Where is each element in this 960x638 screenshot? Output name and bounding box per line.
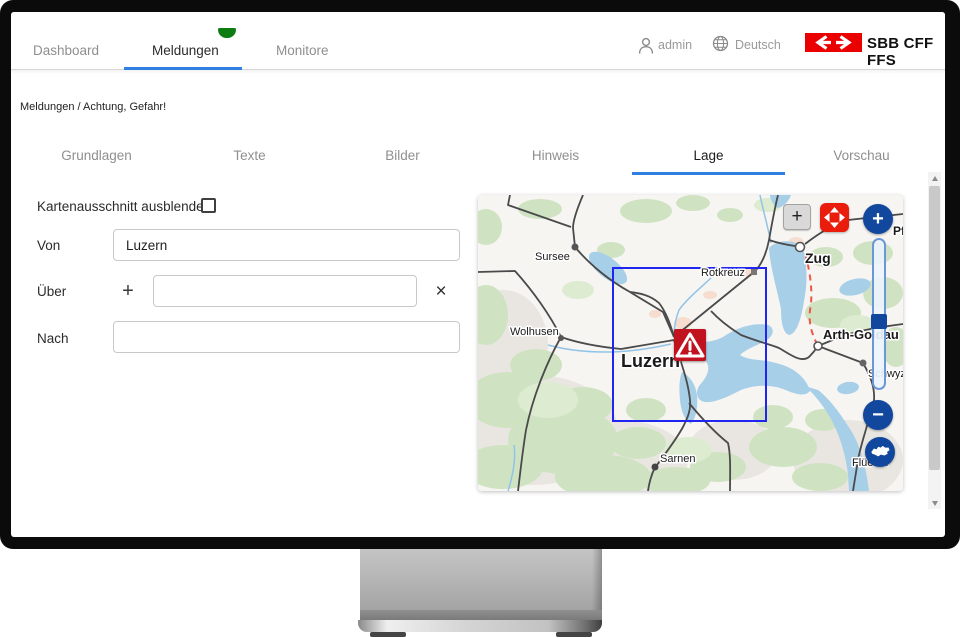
monitor-foot [556, 632, 592, 637]
content-scrollbar[interactable] [928, 172, 941, 509]
pan-mode-button[interactable] [820, 203, 849, 232]
language-label[interactable]: Deutsch [735, 38, 781, 52]
hide-map-checkbox[interactable] [201, 198, 216, 213]
logo-text: SBB CFF FFS [867, 35, 945, 69]
tab-texte[interactable]: Texte [173, 143, 326, 172]
zoom-in-button[interactable]: + [863, 204, 893, 234]
add-via-button[interactable]: + [117, 280, 139, 302]
globe-icon-svg [712, 35, 729, 52]
scroll-up-triangle [932, 176, 938, 181]
scroll-down-arrow[interactable] [928, 497, 941, 509]
clear-via-button[interactable]: × [430, 280, 452, 302]
map-label-arth-goldau: Arth-Goldau [823, 327, 899, 342]
map-label-sursee: Sursee [535, 251, 570, 263]
ueber-input[interactable] [153, 275, 417, 307]
overview-zoom-button[interactable]: + [783, 204, 811, 230]
zoom-out-button[interactable]: − [863, 400, 893, 430]
switzerland-icon [867, 439, 893, 465]
tab-active-underline [632, 172, 785, 175]
monitor-stage: Dashboard Meldungen Monitore admin [0, 0, 960, 638]
breadcrumb: Meldungen / Achtung, Gefahr! [20, 101, 166, 113]
globe-icon[interactable] [712, 35, 729, 57]
tab-vorschau[interactable]: Vorschau [785, 143, 938, 172]
monitor-foot [370, 632, 406, 637]
tab-hinweis[interactable]: Hinweis [479, 143, 632, 172]
meldungen-status-icon [218, 28, 236, 38]
nach-label: Nach [37, 331, 69, 346]
hide-map-label: Kartenausschnitt ausblenden [37, 199, 211, 214]
nav-item-meldungen[interactable]: Meldungen [152, 43, 219, 58]
sbb-logo [805, 33, 862, 52]
scroll-up-arrow[interactable] [928, 172, 941, 184]
map-label-wolhusen: Wolhusen [510, 326, 559, 338]
home-extent-button[interactable] [865, 437, 895, 467]
map-label-zug: Zug [805, 250, 831, 266]
map-label-rotkreuz: Rotkreuz [701, 267, 745, 279]
app-header: Dashboard Meldungen Monitore admin [11, 12, 945, 70]
move-icon [820, 203, 849, 232]
map-label-luzern: Luzern [621, 351, 680, 371]
monitor-stand-base [358, 620, 602, 632]
scrollbar-thumb[interactable] [929, 186, 940, 470]
user-icon[interactable] [638, 37, 654, 60]
tab-label: Hinweis [532, 148, 579, 163]
sbb-arrows-icon [805, 33, 862, 52]
nav-active-underline [124, 67, 242, 70]
tab-label: Texte [233, 148, 265, 163]
von-label: Von [37, 238, 60, 253]
zoom-slider-handle[interactable] [871, 314, 887, 329]
map-label-sarnen: Sarnen [660, 453, 695, 465]
map-canvas[interactable]: Sursee Wolhusen Rotkreuz Luzern Zug Arth… [478, 195, 903, 491]
warning-triangle-icon [674, 329, 706, 361]
von-input[interactable] [113, 229, 460, 261]
user-icon-svg [638, 37, 654, 55]
nav-item-dashboard[interactable]: Dashboard [33, 43, 99, 58]
tab-label: Vorschau [833, 148, 889, 163]
tab-bar: Grundlagen Texte Bilder Hinweis Lage Vor… [20, 143, 938, 172]
zoom-slider[interactable] [872, 238, 886, 390]
tab-label: Lage [693, 148, 723, 163]
tab-grundlagen[interactable]: Grundlagen [20, 143, 173, 172]
warning-marker-icon[interactable] [674, 329, 706, 361]
screen: Dashboard Meldungen Monitore admin [11, 12, 945, 537]
tab-bilder[interactable]: Bilder [326, 143, 479, 172]
nav-item-monitore[interactable]: Monitore [276, 43, 329, 58]
tab-lage[interactable]: Lage [632, 143, 785, 172]
monitor-stand [360, 549, 602, 612]
tab-label: Grundlagen [61, 148, 132, 163]
user-name[interactable]: admin [658, 38, 692, 52]
nach-input[interactable] [113, 321, 460, 353]
map-label-pfaeffikon: Pfäffikon [893, 224, 903, 238]
scroll-down-triangle [932, 501, 938, 506]
tab-label: Bilder [385, 148, 420, 163]
ueber-label: Über [37, 284, 66, 299]
